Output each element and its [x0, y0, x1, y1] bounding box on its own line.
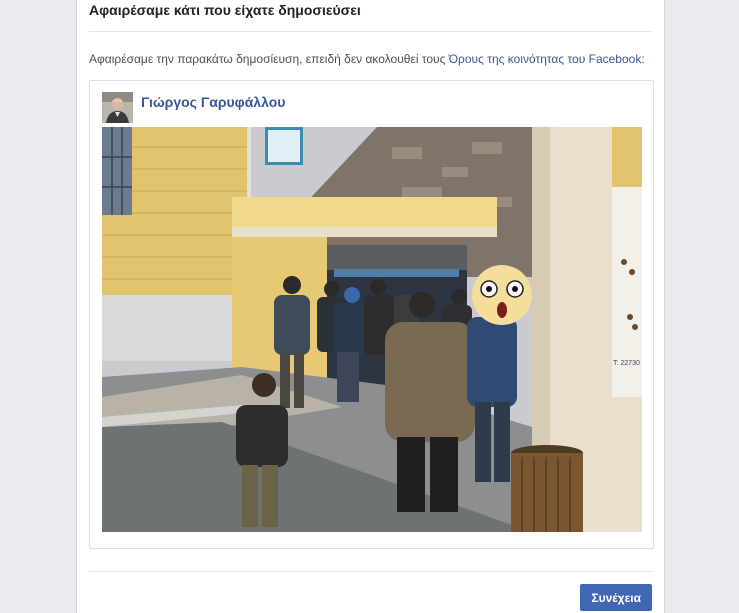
- post-author-name[interactable]: Γιώργος Γαρυφάλλου: [141, 94, 285, 110]
- removed-post-dialog: Αφαιρέσαμε κάτι που είχατε δημοσιεύσει Α…: [76, 0, 665, 613]
- community-standards-link[interactable]: Όρους της κοινότητας του Facebook: [449, 52, 642, 66]
- divider: [89, 571, 652, 572]
- post-photo: Τ: 22730: [102, 127, 642, 532]
- dialog-title: Αφαιρέσαμε κάτι που είχατε δημοσιεύσει: [89, 2, 361, 18]
- author-avatar[interactable]: [102, 92, 133, 123]
- notice-text: Αφαιρέσαμε την παρακάτω δημοσίευση, επει…: [89, 52, 449, 66]
- sign-phone-text: Τ: 22730: [613, 360, 640, 367]
- divider: [89, 31, 652, 32]
- continue-button[interactable]: Συνέχεια: [580, 584, 652, 611]
- removed-post-card: Γιώργος Γαρυφάλλου Τ: 22730: [89, 80, 654, 549]
- removal-notice: Αφαιρέσαμε την παρακάτω δημοσίευση, επει…: [89, 52, 649, 66]
- notice-colon: :: [641, 52, 645, 66]
